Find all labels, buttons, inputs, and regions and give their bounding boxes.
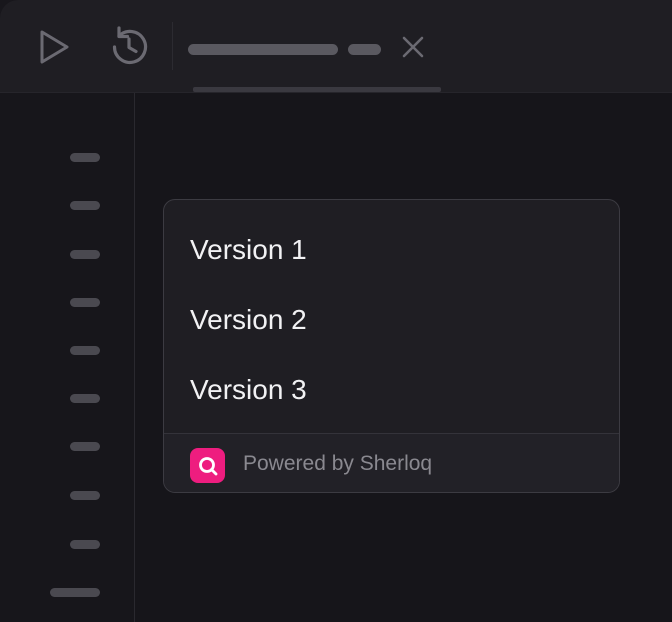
line-number-placeholder [70,201,100,210]
version-option-1[interactable]: Version 1 [164,215,619,285]
close-icon [402,36,424,58]
line-number-gutter [0,93,135,622]
sherloq-logo [190,448,225,483]
popup-footer: Powered by Sherloq [164,433,619,492]
line-number-placeholder [70,442,100,451]
tab-title-placeholder[interactable] [188,44,338,55]
close-tab-button[interactable] [399,33,427,61]
version-option-label: Version 1 [190,234,307,265]
line-number-placeholder [70,153,100,162]
tab-subtitle-placeholder [348,44,381,55]
line-number-placeholder [50,588,100,597]
line-number-placeholder [70,250,100,259]
version-option-label: Version 2 [190,304,307,335]
history-button[interactable] [104,24,154,70]
active-tab-indicator [193,87,441,92]
search-icon [198,456,217,475]
history-icon [112,26,148,64]
editor-window: Version 1 Version 2 Version 3 Powered by… [0,0,672,622]
toolbar-divider [172,22,173,70]
run-button[interactable] [30,26,76,68]
line-number-placeholder [70,491,100,500]
line-number-placeholder [70,346,100,355]
toolbar [0,0,672,93]
powered-by-text: Powered by Sherloq [243,452,433,475]
play-icon [40,30,69,64]
line-number-placeholder [70,298,100,307]
line-number-placeholder [70,540,100,549]
version-dropdown: Version 1 Version 2 Version 3 Powered by… [163,199,620,493]
version-option-label: Version 3 [190,374,307,405]
version-option-2[interactable]: Version 2 [164,285,619,355]
version-option-3[interactable]: Version 3 [164,355,619,425]
line-number-placeholder [70,394,100,403]
